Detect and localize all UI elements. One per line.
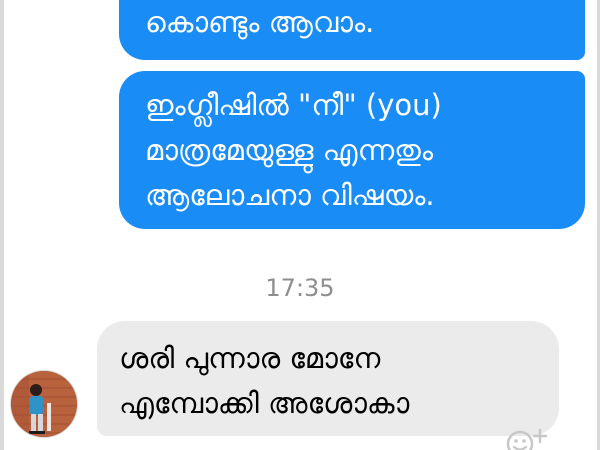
message-text-line: ശരി പുന്നാര മോനേ	[119, 341, 381, 375]
incoming-message-bubble[interactable]: ശരി പുന്നാര മോനേ എമ്പോക്കി അശോകാ	[97, 321, 559, 436]
outgoing-message-bubble[interactable]: കൊണ്ടും ആവാം.	[119, 0, 585, 60]
avatar-photo-icon	[11, 371, 77, 437]
message-text-line: എമ്പോക്കി അശോകാ	[119, 386, 410, 420]
add-reaction-icon[interactable]	[504, 426, 550, 450]
left-border	[0, 0, 4, 450]
contact-avatar[interactable]	[11, 371, 77, 437]
outgoing-message-bubble[interactable]: ഇംഗ്ലീഷിൽ "നീ" (you) മാത്രമേയുള്ളു എന്നത…	[119, 71, 585, 229]
smiley-plus-icon	[506, 428, 548, 450]
message-timestamp: 17:35	[265, 274, 335, 302]
message-text-line: കൊണ്ടും ആവാം.	[145, 5, 375, 39]
message-text-line: മാത്രമേയുള്ളു എന്നതും	[145, 133, 433, 167]
chat-screen: കൊണ്ടും ആവാം. ഇംഗ്ലീഷിൽ "നീ" (you) മാത്ര…	[0, 0, 600, 450]
message-text-line: ഇംഗ്ലീഷിൽ "നീ" (you)	[145, 88, 442, 122]
message-text-line: ആലോചനാ വിഷയം.	[145, 178, 435, 212]
